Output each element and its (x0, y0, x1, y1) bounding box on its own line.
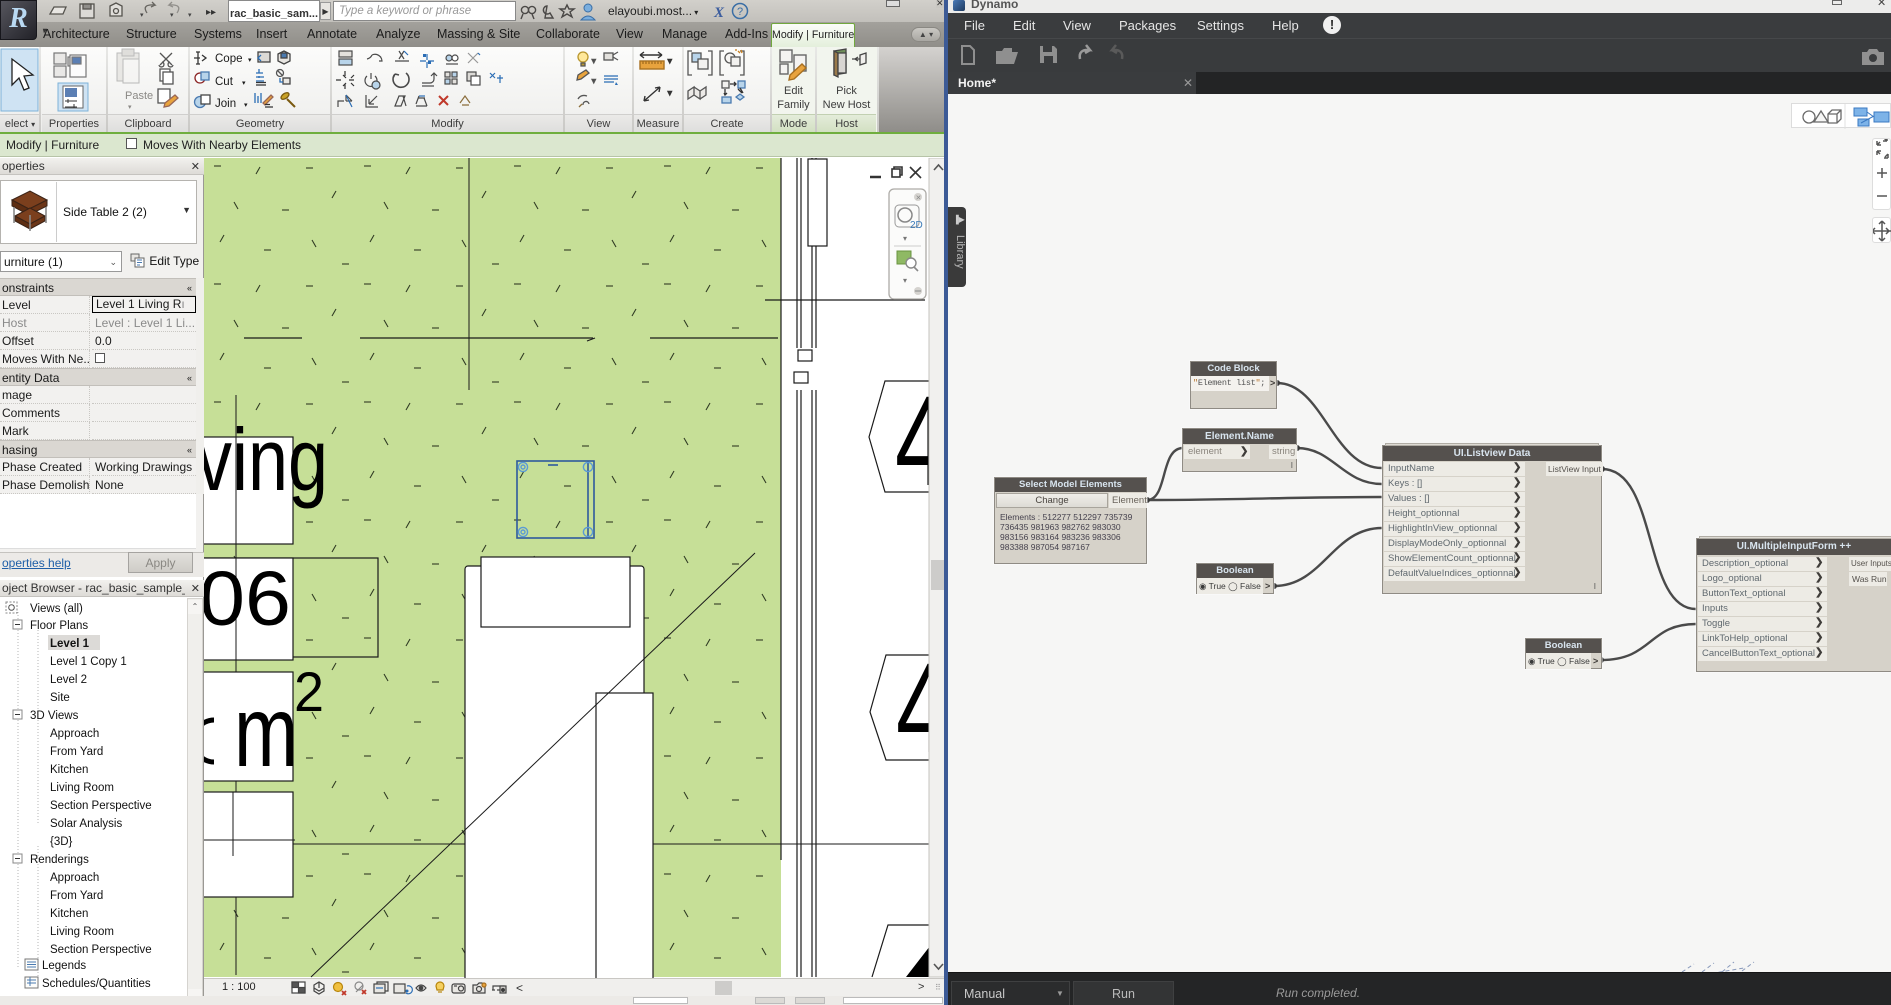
svg-text:Section Perspective: Section Perspective (50, 800, 152, 812)
svg-text:Approach: Approach (50, 728, 99, 740)
svg-text:Cope: Cope (215, 53, 243, 65)
svg-text:?: ? (737, 6, 743, 18)
svg-text:Level 1: Level 1 (50, 638, 90, 650)
svg-text:Legends: Legends (42, 960, 86, 972)
svg-text:Views (all): Views (all) (30, 603, 83, 615)
svg-text:Kitchen: Kitchen (50, 764, 88, 776)
svg-text:✕: ✕ (916, 195, 922, 202)
svg-text:Schedules/Quantities: Schedules/Quantities (42, 978, 151, 990)
svg-text:Site: Site (50, 692, 70, 704)
svg-text:Renderings: Renderings (30, 854, 89, 866)
svg-text:▾: ▾ (170, 12, 174, 19)
svg-text:Section Perspective: Section Perspective (50, 944, 152, 956)
svg-text:Approach: Approach (50, 872, 99, 884)
svg-text:Floor Plans: Floor Plans (30, 620, 88, 632)
svg-text:▾: ▾ (903, 234, 907, 243)
svg-text:▾: ▾ (248, 57, 252, 64)
svg-text:▾: ▾ (140, 12, 144, 19)
svg-text:From Yard: From Yard (50, 890, 103, 902)
svg-text:▾: ▾ (244, 102, 248, 109)
svg-text:X: X (713, 5, 725, 21)
svg-text:Level 2: Level 2 (50, 674, 87, 686)
svg-text:Living Room: Living Room (50, 926, 114, 938)
svg-text:Solar Analysis: Solar Analysis (50, 818, 122, 830)
svg-text:▾: ▾ (668, 90, 672, 97)
svg-text:From Yard: From Yard (50, 746, 103, 758)
svg-text:▸▸: ▸▸ (206, 7, 216, 18)
svg-text:Cut: Cut (215, 76, 234, 88)
svg-text:Join: Join (215, 98, 236, 110)
svg-text:2: 2 (294, 660, 324, 723)
svg-text:{3D}: {3D} (50, 836, 73, 848)
svg-text:▾: ▾ (668, 58, 672, 65)
svg-text:<: < (516, 981, 523, 995)
svg-text:▾: ▾ (128, 104, 132, 111)
svg-text:06: 06 (204, 556, 291, 642)
svg-text:▾: ▾ (903, 276, 907, 285)
svg-text:ving: ving (204, 410, 328, 509)
svg-text:▾: ▾ (592, 58, 596, 65)
svg-text:▾: ▾ (188, 12, 192, 19)
svg-text:Paste: Paste (125, 90, 153, 102)
svg-text:3D Views: 3D Views (30, 710, 79, 722)
svg-text:Living Room: Living Room (50, 782, 114, 794)
svg-text:▾: ▾ (242, 80, 246, 87)
svg-text:m: m (234, 676, 298, 788)
svg-text:▾: ▾ (592, 78, 596, 85)
svg-text:2D: 2D (910, 220, 923, 231)
svg-text:Kitchen: Kitchen (50, 908, 88, 920)
svg-text:Level 1 Copy 1: Level 1 Copy 1 (50, 656, 127, 668)
